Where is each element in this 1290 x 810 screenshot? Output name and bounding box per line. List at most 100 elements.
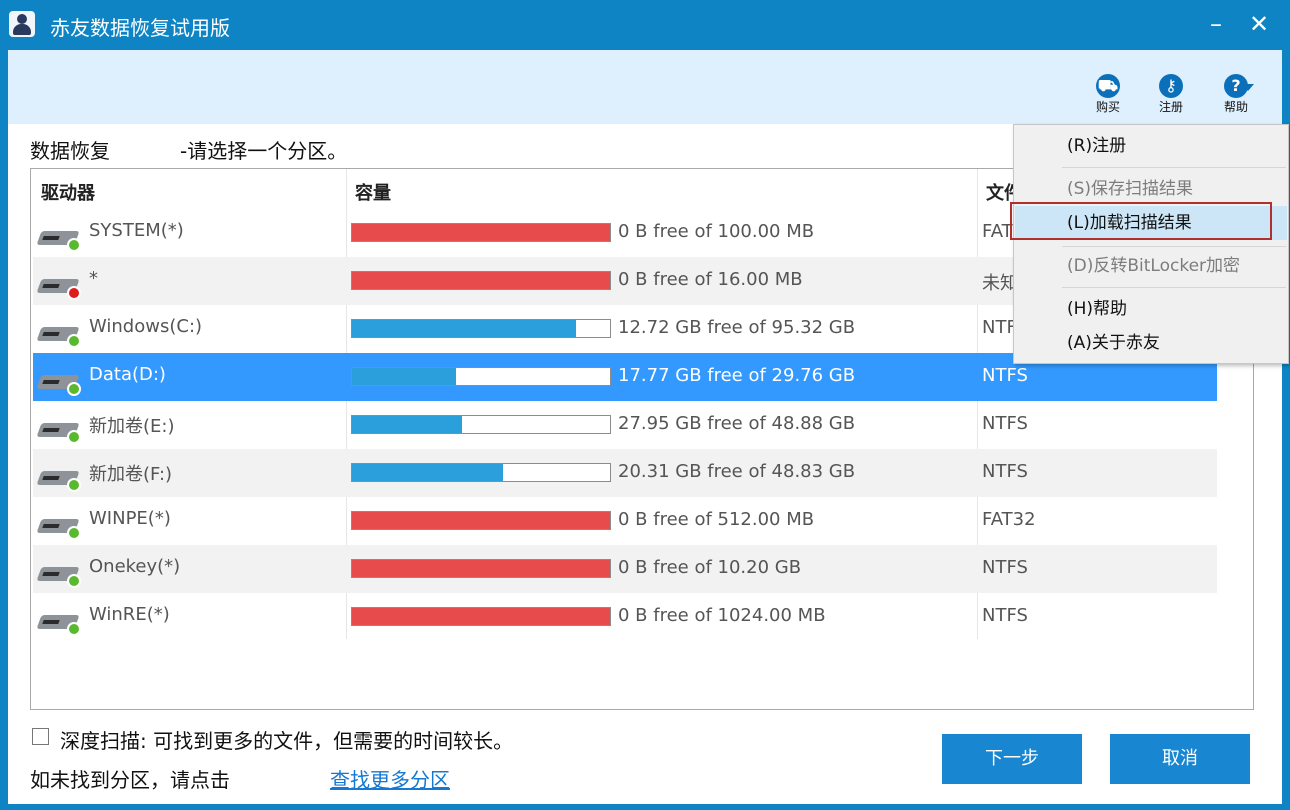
capacity-bar-fill [352, 272, 610, 289]
table-row[interactable]: WINPE(*) 0 B free of 512.00 MB FAT32 [33, 497, 1217, 545]
page-title: 数据恢复 [30, 139, 110, 163]
drive-name: Onekey(*) [89, 556, 181, 577]
filesystem-text: NTFS [982, 557, 1028, 578]
capacity-bar [351, 559, 611, 578]
drive-name: * [89, 268, 98, 289]
table-row[interactable]: 新加卷(F:) 20.31 GB free of 48.83 GB NTFS [33, 449, 1217, 497]
window-title: 赤友数据恢复试用版 [50, 16, 230, 40]
help-button[interactable]: ? 帮助 [1214, 74, 1258, 114]
deep-scan-label[interactable]: 深度扫描: 可找到更多的文件，但需要的时间较长。 [60, 725, 513, 754]
drive-name: WinRE(*) [89, 604, 170, 625]
capacity-bar [351, 271, 611, 290]
column-header-drive[interactable]: 驱动器 [41, 179, 95, 205]
menu-item-save-scan[interactable]: (S)保存扫描结果 [1015, 172, 1287, 206]
capacity-text: 0 B free of 1024.00 MB [618, 605, 826, 626]
filesystem-text: NTFS [982, 413, 1028, 434]
capacity-bar-fill [352, 224, 610, 241]
error-status-icon [67, 286, 81, 300]
ok-status-icon [67, 430, 81, 444]
ok-status-icon [67, 574, 81, 588]
capacity-text: 17.77 GB free of 29.76 GB [618, 365, 856, 386]
filesystem-text: NTFS [982, 605, 1028, 626]
drive-name: Windows(C:) [89, 316, 203, 337]
buy-label: 购买 [1095, 100, 1120, 114]
minimize-button[interactable]: – [1201, 8, 1231, 40]
capacity-text: 0 B free of 10.20 GB [618, 557, 802, 578]
capacity-bar [351, 367, 611, 386]
filesystem-text: NTFS [982, 461, 1028, 482]
drive-name: 新加卷(E:) [89, 416, 175, 437]
cart-icon: ⛟ [1096, 74, 1120, 98]
drive-name: 新加卷(F:) [89, 464, 173, 485]
drive-icon [36, 227, 81, 253]
capacity-bar-fill [352, 560, 610, 577]
menu-separator [1062, 167, 1286, 168]
ok-status-icon [67, 526, 81, 540]
capacity-bar [351, 319, 611, 338]
register-label: 注册 [1158, 100, 1183, 114]
table-row[interactable]: Onekey(*) 0 B free of 10.20 GB NTFS [33, 545, 1217, 593]
column-header-capacity[interactable]: 容量 [355, 179, 391, 205]
ok-status-icon [67, 238, 81, 252]
table-row[interactable]: 新加卷(E:) 27.95 GB free of 48.88 GB NTFS [33, 401, 1217, 449]
partition-hint-text: 如未找到分区，请点击 [30, 768, 230, 792]
ok-status-icon [67, 622, 81, 636]
help-menu-caret-icon[interactable] [1242, 84, 1254, 91]
menu-separator [1062, 246, 1286, 247]
window-frame-bottom [0, 804, 1290, 810]
page-instruction: -请选择一个分区。 [180, 139, 348, 163]
drive-icon [36, 275, 81, 301]
capacity-bar-fill [352, 512, 610, 529]
filesystem-text: NTF [982, 317, 1017, 338]
capacity-text: 12.72 GB free of 95.32 GB [618, 317, 856, 338]
menu-item-about[interactable]: (A)关于赤友 [1015, 326, 1287, 360]
capacity-text: 0 B free of 100.00 MB [618, 221, 815, 242]
drive-icon [36, 467, 81, 493]
capacity-bar [351, 415, 611, 434]
capacity-bar-fill [352, 464, 503, 481]
drive-icon [36, 371, 81, 397]
help-dropdown-menu: (R)注册 (S)保存扫描结果 (L)加载扫描结果 (D)反转BitLocker… [1013, 124, 1289, 364]
menu-separator [1062, 287, 1286, 288]
capacity-bar-fill [352, 608, 610, 625]
next-button[interactable]: 下一步 [942, 734, 1082, 784]
capacity-text: 0 B free of 512.00 MB [618, 509, 815, 530]
ok-status-icon [67, 478, 81, 492]
capacity-bar [351, 607, 611, 626]
drive-name: WINPE(*) [89, 508, 171, 529]
close-button[interactable]: ✕ [1244, 8, 1274, 40]
capacity-text: 27.95 GB free of 48.88 GB [618, 413, 856, 434]
ok-status-icon [67, 334, 81, 348]
toolbar: ⛟ 购买 ⚷ 注册 ? 帮助 [8, 50, 1282, 124]
buy-button[interactable]: ⛟ 购买 [1086, 74, 1130, 114]
drive-icon [36, 323, 81, 349]
drive-name: Data(D:) [89, 364, 166, 385]
drive-icon [36, 515, 81, 541]
register-button[interactable]: ⚷ 注册 [1149, 74, 1193, 114]
drive-icon [36, 611, 81, 637]
window-frame-left [0, 50, 8, 810]
filesystem-text: FAT [982, 221, 1013, 242]
cancel-button[interactable]: 取消 [1110, 734, 1250, 784]
capacity-text: 20.31 GB free of 48.83 GB [618, 461, 856, 482]
help-label: 帮助 [1223, 100, 1248, 114]
capacity-text: 0 B free of 16.00 MB [618, 269, 803, 290]
menu-item-help[interactable]: (H)帮助 [1015, 292, 1287, 326]
find-more-partitions-link[interactable]: 查找更多分区 [330, 764, 450, 793]
drive-name: SYSTEM(*) [89, 220, 184, 241]
capacity-bar-fill [352, 416, 463, 433]
filesystem-text: NTFS [982, 365, 1028, 386]
capacity-bar [351, 511, 611, 530]
capacity-bar [351, 223, 611, 242]
title-bar: 赤友数据恢复试用版 – ✕ [0, 0, 1290, 50]
capacity-bar-fill [352, 368, 456, 385]
ok-status-icon [67, 382, 81, 396]
key-icon: ⚷ [1159, 74, 1183, 98]
menu-item-bitlocker[interactable]: (D)反转BitLocker加密 [1015, 249, 1287, 283]
capacity-bar [351, 463, 611, 482]
deep-scan-checkbox[interactable] [32, 728, 49, 745]
table-row[interactable]: WinRE(*) 0 B free of 1024.00 MB NTFS [33, 593, 1217, 641]
capacity-bar-fill [352, 320, 576, 337]
filesystem-text: FAT32 [982, 509, 1036, 530]
menu-item-register[interactable]: (R)注册 [1015, 129, 1287, 163]
